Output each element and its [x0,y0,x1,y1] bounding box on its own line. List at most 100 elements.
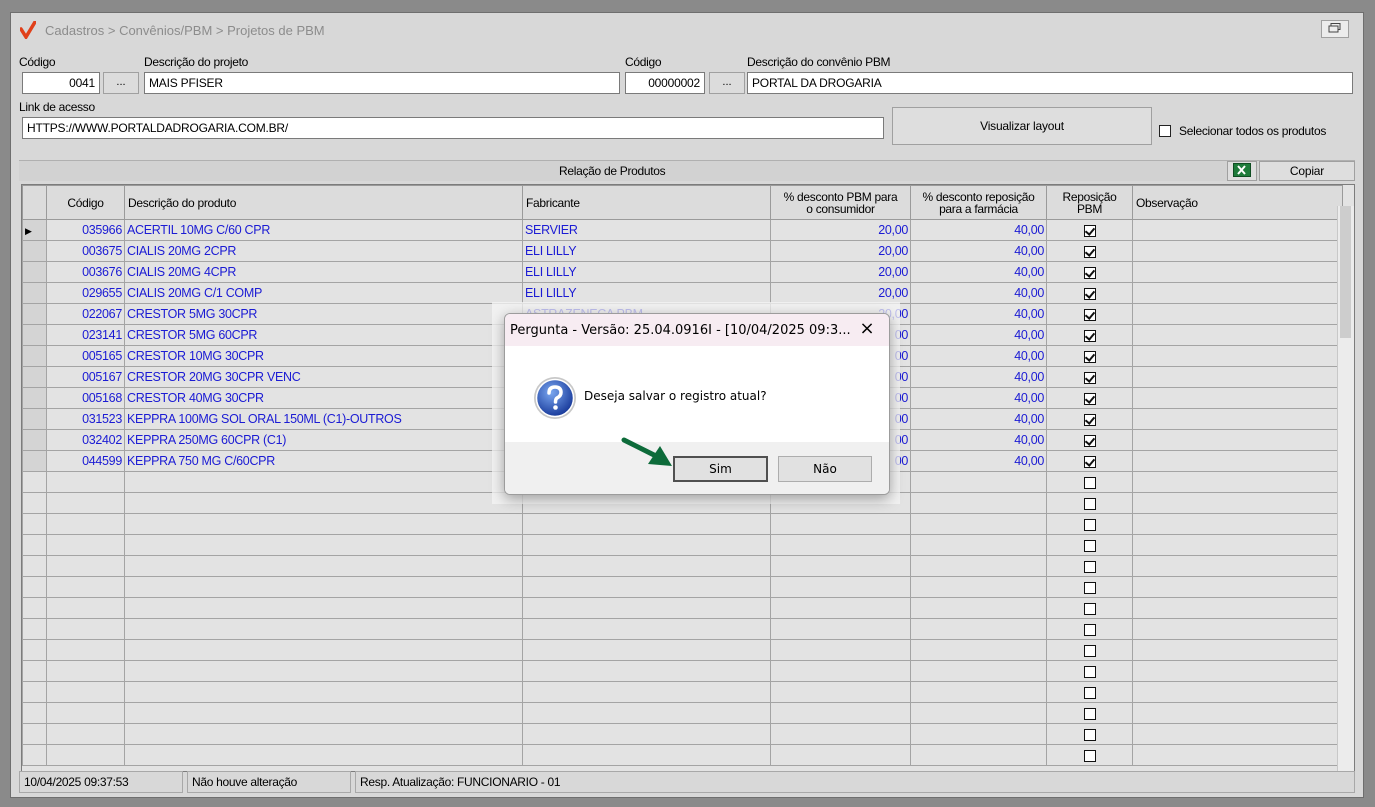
cell-replenish-pbm[interactable] [1046,429,1133,451]
cell-observation[interactable] [1132,681,1343,703]
replenish-checkbox[interactable] [1083,245,1096,258]
replenish-checkbox[interactable] [1083,707,1096,720]
cell-description[interactable] [124,471,523,493]
cell-discount-replenish[interactable]: 40,00 [910,282,1047,304]
cell-replenish-pbm[interactable] [1046,492,1133,514]
replenish-checkbox[interactable] [1083,539,1096,552]
cell-description[interactable]: KEPPRA 750 MG C/60CPR [124,450,523,472]
cell-description[interactable]: KEPPRA 250MG 60CPR (C1) [124,429,523,451]
cell-manufacturer[interactable] [522,513,771,535]
cell-discount-replenish[interactable] [910,471,1047,493]
cell-replenish-pbm[interactable] [1046,219,1133,241]
cell-manufacturer[interactable] [522,576,771,598]
cell-code[interactable] [46,492,125,514]
cell-description[interactable] [124,660,523,682]
cell-manufacturer[interactable] [522,681,771,703]
cell-replenish-pbm[interactable] [1046,240,1133,262]
replenish-checkbox[interactable] [1083,560,1096,573]
cell-replenish-pbm[interactable] [1046,660,1133,682]
cell-discount-consumer[interactable] [770,723,911,745]
cell-discount-consumer[interactable]: 20,00 [770,282,911,304]
replenish-checkbox[interactable] [1083,686,1096,699]
cell-discount-consumer[interactable] [770,639,911,661]
cell-code[interactable]: 023141 [46,324,125,346]
cell-replenish-pbm[interactable] [1046,450,1133,472]
cell-description[interactable] [124,744,523,766]
cell-observation[interactable] [1132,282,1343,304]
project-code-field[interactable]: 0041 [22,72,100,94]
cell-replenish-pbm[interactable] [1046,303,1133,325]
cell-replenish-pbm[interactable] [1046,639,1133,661]
cell-code[interactable]: 005167 [46,366,125,388]
table-row-empty[interactable] [22,534,1343,556]
cell-discount-replenish[interactable]: 40,00 [910,219,1047,241]
copy-button[interactable]: Copiar [1259,161,1355,181]
header-description[interactable]: Descrição do produto [124,185,523,220]
replenish-checkbox[interactable] [1083,623,1096,636]
cell-observation[interactable] [1132,555,1343,577]
cell-replenish-pbm[interactable] [1046,387,1133,409]
cell-replenish-pbm[interactable] [1046,261,1133,283]
cell-description[interactable]: CIALIS 20MG 2CPR [124,240,523,262]
cell-observation[interactable] [1132,660,1343,682]
cell-observation[interactable] [1132,639,1343,661]
table-row-empty[interactable] [22,681,1343,703]
project-lookup-button[interactable]: ... [103,72,139,94]
cell-discount-replenish[interactable] [910,597,1047,619]
cell-manufacturer[interactable] [522,597,771,619]
cell-manufacturer[interactable]: SERVIER [522,219,771,241]
cell-manufacturer[interactable]: ELI LILLY [522,282,771,304]
cell-description[interactable] [124,639,523,661]
cell-replenish-pbm[interactable] [1046,513,1133,535]
cell-discount-replenish[interactable]: 40,00 [910,387,1047,409]
cell-discount-replenish[interactable]: 40,00 [910,240,1047,262]
cell-discount-replenish[interactable]: 40,00 [910,324,1047,346]
cell-replenish-pbm[interactable] [1046,534,1133,556]
cell-manufacturer[interactable] [522,534,771,556]
header-discount-replenish[interactable]: % desconto reposição para a farmácia [910,185,1047,220]
replenish-checkbox[interactable] [1083,602,1096,615]
cell-code[interactable]: 005165 [46,345,125,367]
cell-description[interactable] [124,513,523,535]
excel-export-button[interactable] [1227,161,1257,181]
close-icon[interactable]: × [857,320,877,340]
cell-code[interactable]: 032402 [46,429,125,451]
cell-observation[interactable] [1132,492,1343,514]
cell-replenish-pbm[interactable] [1046,723,1133,745]
cell-manufacturer[interactable] [522,555,771,577]
cell-observation[interactable] [1132,576,1343,598]
replenish-checkbox[interactable] [1083,518,1096,531]
replenish-checkbox[interactable] [1083,392,1096,405]
cell-description[interactable]: KEPPRA 100MG SOL ORAL 150ML (C1)-OUTROS [124,408,523,430]
cell-description[interactable] [124,618,523,640]
cell-description[interactable] [124,681,523,703]
replenish-checkbox[interactable] [1083,644,1096,657]
cell-replenish-pbm[interactable] [1046,471,1133,493]
header-manufacturer[interactable]: Fabricante [522,185,771,220]
table-row-empty[interactable] [22,660,1343,682]
replenish-checkbox[interactable] [1083,581,1096,594]
table-row[interactable]: 003675 CIALIS 20MG 2CPR ELI LILLY 20,00 40,0… [22,240,1343,262]
cell-replenish-pbm[interactable] [1046,366,1133,388]
cell-replenish-pbm[interactable] [1046,282,1133,304]
cell-discount-replenish[interactable]: 40,00 [910,366,1047,388]
cell-observation[interactable] [1132,429,1343,451]
cell-discount-consumer[interactable] [770,597,911,619]
restore-button[interactable] [1321,20,1349,38]
cell-description[interactable] [124,555,523,577]
cell-discount-replenish[interactable] [910,555,1047,577]
cell-discount-replenish[interactable] [910,513,1047,535]
cell-discount-replenish[interactable] [910,492,1047,514]
table-row-empty[interactable] [22,618,1343,640]
cell-discount-replenish[interactable]: 40,00 [910,261,1047,283]
cell-code[interactable] [46,744,125,766]
cell-observation[interactable] [1132,366,1343,388]
replenish-checkbox[interactable] [1083,476,1096,489]
cell-description[interactable] [124,723,523,745]
table-row-empty[interactable] [22,702,1343,724]
cell-code[interactable]: 005168 [46,387,125,409]
cell-observation[interactable] [1132,597,1343,619]
replenish-checkbox[interactable] [1083,728,1096,741]
cell-replenish-pbm[interactable] [1046,681,1133,703]
replenish-checkbox[interactable] [1083,371,1096,384]
